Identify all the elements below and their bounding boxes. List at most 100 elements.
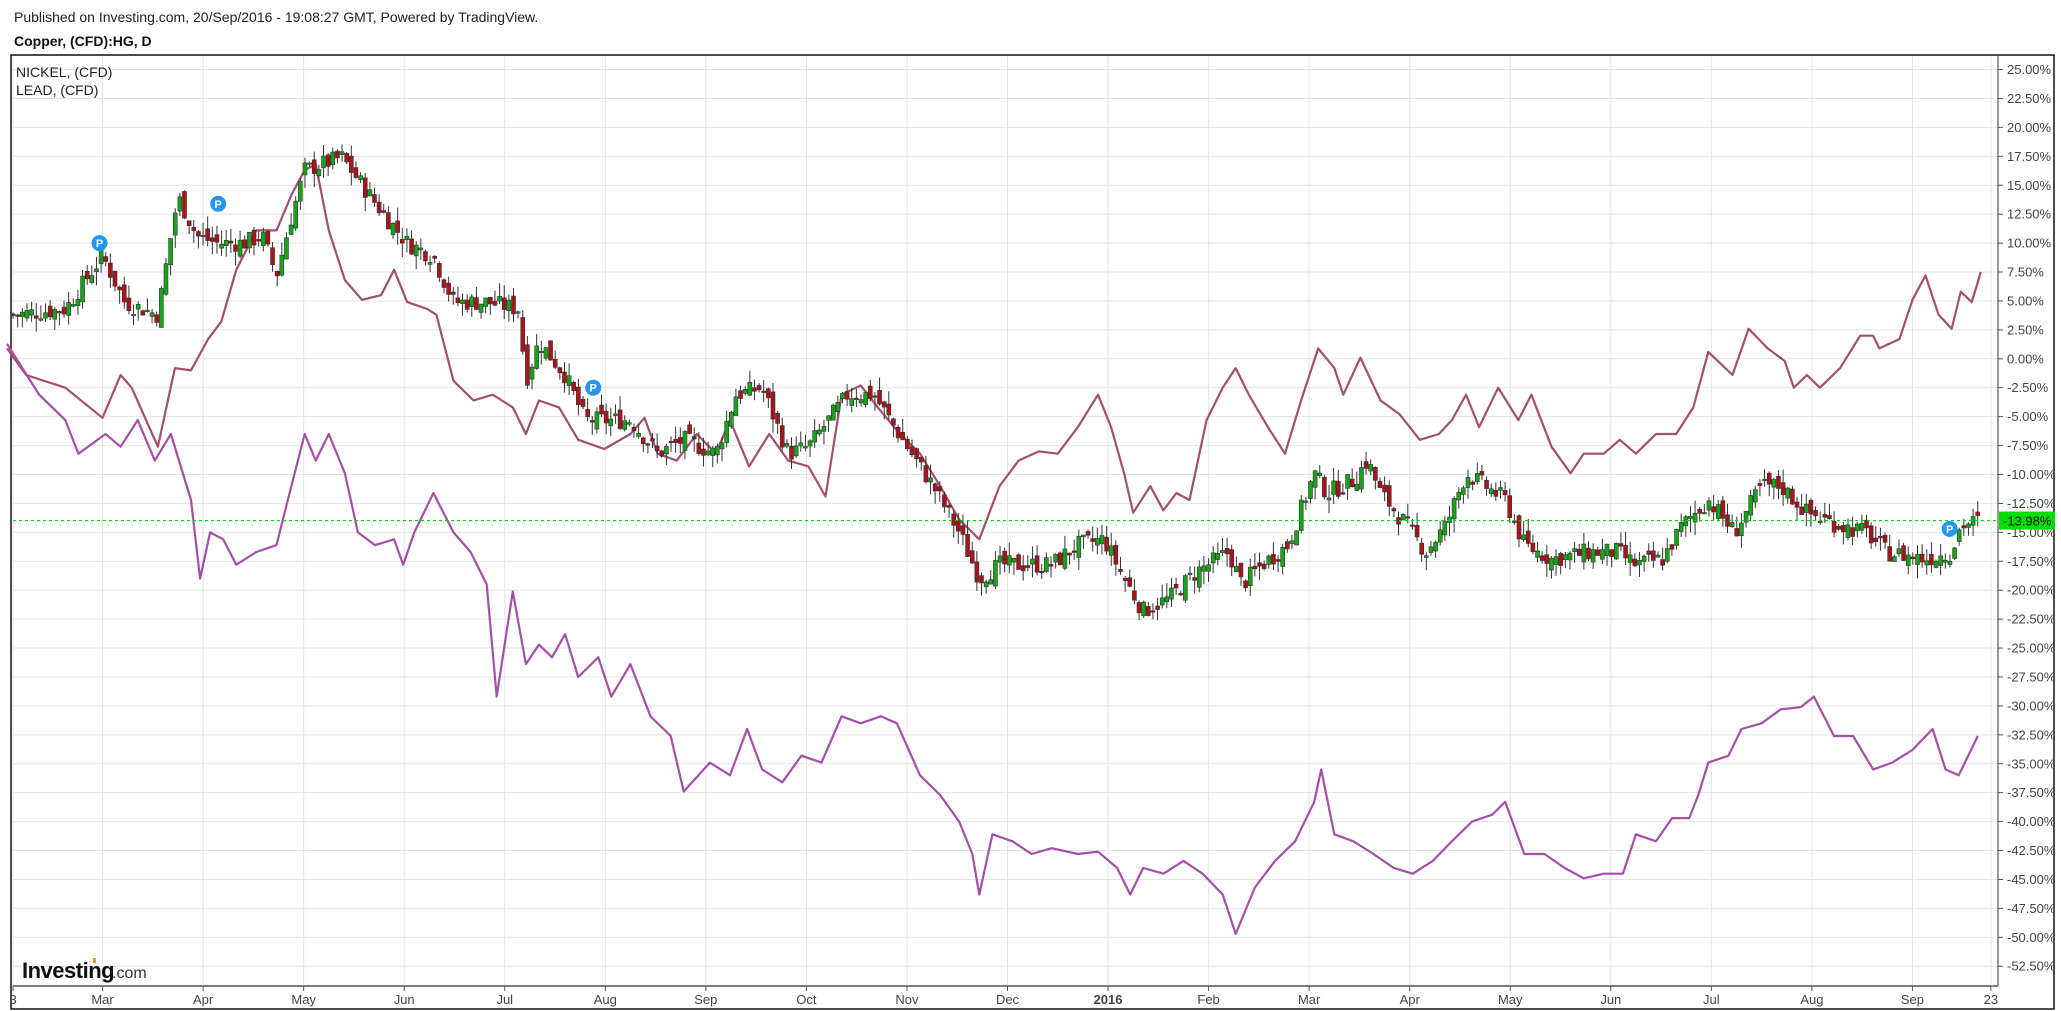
candle — [1697, 506, 1703, 522]
candle — [390, 222, 396, 239]
candle-body — [891, 418, 896, 426]
candle — [747, 370, 753, 397]
candle — [580, 396, 586, 409]
candle — [867, 379, 873, 402]
candle — [779, 417, 785, 452]
candle — [1451, 496, 1457, 533]
candle-body — [353, 167, 359, 178]
candle-body — [1544, 554, 1550, 564]
y-tick-label: -12.50% — [2007, 496, 2056, 511]
candle-body — [520, 317, 526, 352]
candle — [1868, 522, 1874, 549]
candle-body — [432, 255, 438, 259]
candle — [1525, 518, 1531, 548]
candle — [1488, 483, 1494, 498]
candle-body — [270, 247, 275, 266]
candle — [1298, 494, 1304, 534]
candle — [1794, 496, 1800, 521]
candle — [812, 419, 817, 448]
candle-body — [1136, 602, 1142, 614]
candle-body — [571, 382, 577, 391]
candle-body — [376, 201, 382, 214]
candle — [1567, 551, 1573, 570]
candle-body — [395, 220, 400, 233]
candle — [1433, 540, 1438, 558]
candle-body — [715, 445, 720, 456]
candle — [1549, 556, 1554, 579]
candle — [1057, 551, 1063, 566]
candle-body — [1169, 587, 1174, 600]
candle — [1095, 527, 1100, 555]
candle-body — [1933, 560, 1939, 568]
candle-body — [830, 404, 836, 421]
candle — [316, 165, 322, 178]
candle-body — [1614, 542, 1619, 560]
y-tick-label: -17.50% — [2007, 554, 2056, 569]
candle — [1595, 546, 1601, 556]
candle-body — [821, 426, 827, 432]
candle-body — [1558, 553, 1563, 566]
series-lines — [6, 163, 1982, 935]
candle-body — [265, 231, 271, 245]
x-tick-label: Mar — [91, 992, 114, 1007]
candle-body — [501, 297, 507, 310]
candle — [47, 299, 53, 321]
candle-body — [1257, 562, 1262, 567]
pivot-marker[interactable]: P — [585, 379, 602, 396]
pivot-marker[interactable]: P — [1941, 520, 1958, 537]
candle — [108, 253, 113, 288]
candle-body — [1210, 552, 1216, 564]
x-tick-label: Jun — [1600, 992, 1621, 1007]
candle — [279, 242, 285, 277]
x-tick-label: May — [291, 992, 316, 1007]
candle-body — [997, 555, 1003, 563]
candle-body — [321, 155, 326, 169]
candle-body — [617, 409, 623, 429]
candle — [1734, 516, 1740, 537]
candle-body — [1067, 552, 1072, 556]
candle-body — [210, 237, 215, 242]
candle — [1220, 537, 1225, 557]
chart[interactable]: 25.00% 22.50% 20.00% 17.50% 15.00% 12.50% 10.0… — [0, 0, 2061, 1011]
candle — [349, 145, 354, 186]
candle — [237, 230, 243, 259]
candle — [1349, 468, 1355, 488]
candle — [381, 203, 387, 214]
pivot-marker[interactable]: P — [210, 195, 227, 212]
candle-body — [747, 381, 753, 396]
candle — [1396, 511, 1401, 536]
candle-body — [1414, 524, 1420, 538]
candle-body — [61, 306, 67, 315]
candle-body — [103, 256, 109, 262]
candle — [330, 147, 336, 170]
investing-logo: Investing .com — [22, 958, 147, 983]
candle — [284, 232, 289, 260]
logo-accent — [93, 958, 96, 963]
candle — [441, 278, 447, 294]
candle-body — [566, 375, 572, 386]
candle — [1312, 469, 1318, 500]
candle-body — [1261, 563, 1267, 570]
x-tick-label: 3 — [9, 992, 16, 1007]
candle-body — [1794, 501, 1800, 508]
pivot-marker[interactable]: P — [91, 235, 108, 252]
candle-body — [969, 550, 975, 564]
x-tick-label: Aug — [594, 992, 617, 1007]
x-tick-label: Jul — [496, 992, 513, 1007]
candle-body — [1354, 483, 1360, 491]
candle-body — [488, 296, 493, 305]
candle-body — [1271, 554, 1276, 565]
candle — [775, 410, 780, 434]
candle-body — [1187, 572, 1193, 575]
candle-body — [1942, 559, 1948, 563]
candle-body — [298, 180, 303, 202]
candle — [613, 404, 618, 424]
candle-body — [1164, 596, 1170, 603]
candle-body — [349, 155, 354, 173]
candle — [1498, 480, 1503, 499]
candle — [1034, 545, 1040, 576]
candle — [89, 265, 95, 285]
candle — [66, 291, 71, 325]
candle — [1637, 551, 1642, 577]
candle — [830, 403, 836, 421]
